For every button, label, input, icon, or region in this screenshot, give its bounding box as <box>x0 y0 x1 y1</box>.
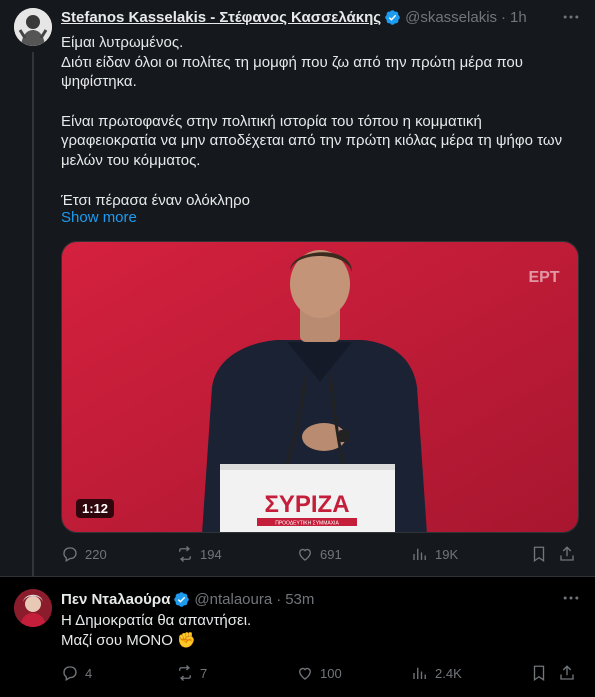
repost-count: 7 <box>200 665 208 681</box>
raised-fist-emoji: ✊ <box>177 631 196 649</box>
repost-button[interactable]: 7 <box>176 664 207 682</box>
video-thumbnail: ΣΥΡΙΖΑ ΠΡΟΟΔΕΥΤΙΚΗ ΣΥΜΜΑΧΙΑ ΕΡΤ <box>62 242 578 532</box>
repost-button[interactable]: 194 <box>176 545 222 563</box>
repost-count: 194 <box>200 546 222 562</box>
tweet-card-ntalaoura[interactable]: Πεν Ντaλaούρα @ntalaoura · 53m Η Δημοκρα… <box>0 577 595 697</box>
tweet-card-kasselakis[interactable]: Stefanos Kasselakis - Στέφανος Κασσελάκη… <box>0 0 595 577</box>
reply-button[interactable]: 4 <box>61 664 92 682</box>
bookmark-icon <box>533 546 545 563</box>
tweet-header: Stefanos Kasselakis - Στέφανος Κασσελάκη… <box>61 7 527 27</box>
separator-dot: · <box>276 590 282 608</box>
podium-logo: ΣΥΡΙΖΑ <box>264 491 349 518</box>
tweet-text: Είμαι λυτρωμένος. Διότι είδαν όλοι οι πο… <box>61 33 581 210</box>
views-count: 19K <box>435 546 459 562</box>
video-duration: 1:12 <box>76 499 115 518</box>
tweet-line: Η Δημοκρατία θα απαντήσει. <box>61 612 252 629</box>
show-more-link[interactable]: Show more <box>61 209 137 226</box>
reply-count: 4 <box>85 665 93 681</box>
bookmark-icon <box>533 665 545 682</box>
reply-icon <box>63 547 77 562</box>
views-icon <box>413 667 426 679</box>
like-icon <box>299 548 311 561</box>
avatar[interactable] <box>14 589 52 627</box>
author-name[interactable]: Πεν Ντaλaούρα <box>61 591 170 608</box>
thread-connector-line <box>32 52 34 577</box>
avatar-image <box>14 589 52 627</box>
author-name[interactable]: Stefanos Kasselakis - Στέφανος Κασσελάκη… <box>61 9 381 26</box>
author-handle[interactable]: @ntalaoura <box>194 591 272 608</box>
share-icon <box>560 665 574 680</box>
repost-icon <box>179 665 191 681</box>
timestamp[interactable]: 53m <box>285 591 314 608</box>
bookmark-button[interactable] <box>530 545 548 563</box>
tweet-line: γραφειοκρατία να μην αποδέχεται από την … <box>61 132 563 150</box>
tweet-line-text: Μαζί σου ΜΟΝΟ <box>61 631 173 649</box>
avatar-image <box>14 8 52 46</box>
tweet-line: Έτσι πέρασα έναν ολόκληρο <box>61 191 250 209</box>
bookmark-button[interactable] <box>530 664 548 682</box>
verified-badge-icon <box>385 9 400 25</box>
video-player[interactable]: ΣΥΡΙΖΑ ΠΡΟΟΔΕΥΤΙΚΗ ΣΥΜΜΑΧΙΑ ΕΡΤ 1:12 <box>61 241 579 533</box>
like-count: 100 <box>320 665 342 681</box>
avatar[interactable] <box>14 8 52 46</box>
like-count: 691 <box>320 546 342 562</box>
tweet-line: ψηφίστηκα. <box>61 73 137 91</box>
share-button[interactable] <box>558 664 576 682</box>
views-button[interactable]: 2.4K <box>411 664 462 682</box>
share-icon <box>560 546 574 561</box>
like-button[interactable]: 691 <box>296 545 342 563</box>
reply-icon <box>63 666 77 681</box>
views-button[interactable]: 19K <box>411 545 458 563</box>
timestamp[interactable]: 1h <box>510 9 527 26</box>
tweet-line: Διότι είδαν όλοι οι πολίτες τη μομφή που… <box>61 53 523 71</box>
tweet-line: Μαζί σου ΜΟΝΟ ✊ <box>61 631 581 651</box>
reply-count: 220 <box>85 546 107 562</box>
like-icon <box>299 667 311 680</box>
repost-icon <box>179 546 191 562</box>
views-count: 2.4K <box>435 665 462 681</box>
tweet-actions: 220 194 691 19K <box>61 545 581 565</box>
podium-subtitle: ΠΡΟΟΔΕΥΤΙΚΗ ΣΥΜΜΑΧΙΑ <box>275 521 339 527</box>
more-icon[interactable] <box>561 588 581 608</box>
verified-badge-icon <box>174 591 190 607</box>
like-button[interactable]: 100 <box>296 664 342 682</box>
author-handle[interactable]: @skasselakis <box>405 9 497 26</box>
separator-dot: · <box>501 8 507 26</box>
views-icon <box>413 548 426 560</box>
channel-logo: ΕΡΤ <box>528 269 559 286</box>
tweet-header: Πεν Ντaλaούρα @ntalaoura · 53m <box>61 589 314 609</box>
more-icon[interactable] <box>561 7 581 27</box>
tweet-line: Είναι πρωτοφανές στην πολιτική ιστορία τ… <box>61 112 482 130</box>
tweet-line: Είμαι λυτρωμένος. <box>61 34 184 51</box>
reply-button[interactable]: 220 <box>61 545 107 563</box>
share-button[interactable] <box>558 545 576 563</box>
tweet-line: μελών του κόμματος. <box>61 151 201 169</box>
tweet-actions: 4 7 100 2.4K <box>61 664 581 684</box>
tweet-text: Η Δημοκρατία θα απαντήσει. Μαζί σου ΜΟΝΟ… <box>61 611 581 650</box>
